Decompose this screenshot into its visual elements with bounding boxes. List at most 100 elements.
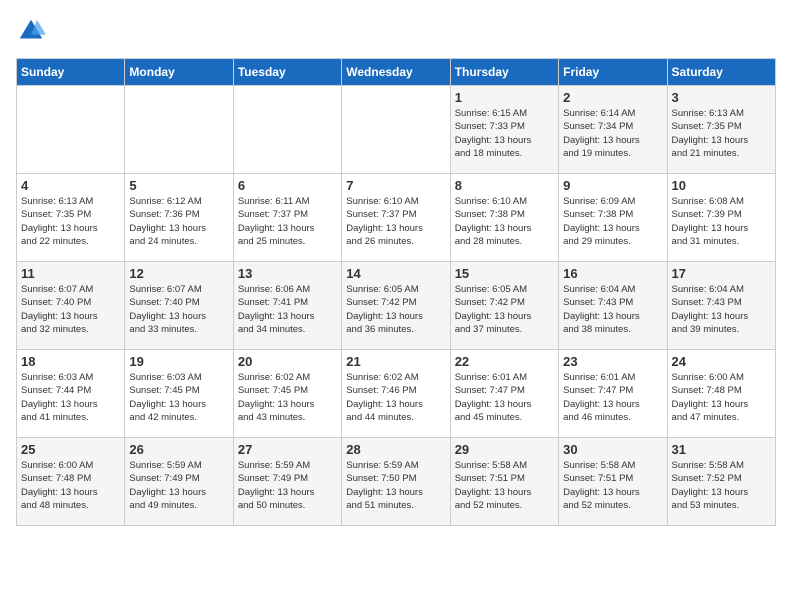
- day-number: 26: [129, 442, 228, 457]
- cell-content: Sunrise: 6:12 AM Sunset: 7:36 PM Dayligh…: [129, 195, 228, 248]
- calendar-cell: 15 Sunrise: 6:05 AM Sunset: 7:42 PM Dayli…: [450, 262, 558, 350]
- cell-content: Sunrise: 6:02 AM Sunset: 7:46 PM Dayligh…: [346, 371, 445, 424]
- week-row-2: 11 Sunrise: 6:07 AM Sunset: 7:40 PM Dayli…: [17, 262, 776, 350]
- day-number: 14: [346, 266, 445, 281]
- calendar-cell: 17 Sunrise: 6:04 AM Sunset: 7:43 PM Dayli…: [667, 262, 775, 350]
- calendar-cell: 18 Sunrise: 6:03 AM Sunset: 7:44 PM Dayli…: [17, 350, 125, 438]
- calendar-cell: [342, 86, 450, 174]
- cell-content: Sunrise: 6:10 AM Sunset: 7:37 PM Dayligh…: [346, 195, 445, 248]
- cell-content: Sunrise: 6:11 AM Sunset: 7:37 PM Dayligh…: [238, 195, 337, 248]
- page-header: [16, 16, 776, 46]
- calendar-cell: 10 Sunrise: 6:08 AM Sunset: 7:39 PM Dayli…: [667, 174, 775, 262]
- cell-content: Sunrise: 6:09 AM Sunset: 7:38 PM Dayligh…: [563, 195, 662, 248]
- logo: [16, 16, 50, 46]
- day-number: 27: [238, 442, 337, 457]
- calendar-cell: 12 Sunrise: 6:07 AM Sunset: 7:40 PM Dayli…: [125, 262, 233, 350]
- day-number: 3: [672, 90, 771, 105]
- day-number: 4: [21, 178, 120, 193]
- calendar-cell: 25 Sunrise: 6:00 AM Sunset: 7:48 PM Dayli…: [17, 438, 125, 526]
- calendar-cell: 9 Sunrise: 6:09 AM Sunset: 7:38 PM Daylig…: [559, 174, 667, 262]
- calendar-cell: 16 Sunrise: 6:04 AM Sunset: 7:43 PM Dayli…: [559, 262, 667, 350]
- cell-content: Sunrise: 5:58 AM Sunset: 7:52 PM Dayligh…: [672, 459, 771, 512]
- calendar-cell: 1 Sunrise: 6:15 AM Sunset: 7:33 PM Daylig…: [450, 86, 558, 174]
- day-number: 20: [238, 354, 337, 369]
- calendar-cell: 13 Sunrise: 6:06 AM Sunset: 7:41 PM Dayli…: [233, 262, 341, 350]
- calendar-cell: 2Sunrise: 6:14 AM Sunset: 7:34 PM Daylig…: [559, 86, 667, 174]
- calendar-cell: 29 Sunrise: 5:58 AM Sunset: 7:51 PM Dayli…: [450, 438, 558, 526]
- day-number: 18: [21, 354, 120, 369]
- day-number: 28: [346, 442, 445, 457]
- calendar-cell: 28 Sunrise: 5:59 AM Sunset: 7:50 PM Dayli…: [342, 438, 450, 526]
- cell-content: Sunrise: 6:00 AM Sunset: 7:48 PM Dayligh…: [672, 371, 771, 424]
- week-row-3: 18 Sunrise: 6:03 AM Sunset: 7:44 PM Dayli…: [17, 350, 776, 438]
- calendar-cell: 3 Sunrise: 6:13 AM Sunset: 7:35 PM Daylig…: [667, 86, 775, 174]
- day-number: 19: [129, 354, 228, 369]
- calendar-table: SundayMondayTuesdayWednesdayThursdayFrid…: [16, 58, 776, 526]
- cell-content: Sunrise: 5:58 AM Sunset: 7:51 PM Dayligh…: [563, 459, 662, 512]
- day-number: 1: [455, 90, 554, 105]
- calendar-cell: 5 Sunrise: 6:12 AM Sunset: 7:36 PM Daylig…: [125, 174, 233, 262]
- week-row-1: 4 Sunrise: 6:13 AM Sunset: 7:35 PM Daylig…: [17, 174, 776, 262]
- header-row: SundayMondayTuesdayWednesdayThursdayFrid…: [17, 59, 776, 86]
- cell-content: Sunrise: 6:08 AM Sunset: 7:39 PM Dayligh…: [672, 195, 771, 248]
- calendar-cell: 30 Sunrise: 5:58 AM Sunset: 7:51 PM Dayli…: [559, 438, 667, 526]
- cell-content: Sunrise: 5:59 AM Sunset: 7:49 PM Dayligh…: [129, 459, 228, 512]
- header-sunday: Sunday: [17, 59, 125, 86]
- calendar-cell: 26 Sunrise: 5:59 AM Sunset: 7:49 PM Dayli…: [125, 438, 233, 526]
- cell-content: Sunrise: 6:14 AM Sunset: 7:34 PM Dayligh…: [563, 107, 662, 160]
- day-number: 12: [129, 266, 228, 281]
- day-number: 17: [672, 266, 771, 281]
- day-number: 7: [346, 178, 445, 193]
- calendar-cell: [125, 86, 233, 174]
- day-number: 6: [238, 178, 337, 193]
- cell-content: Sunrise: 6:04 AM Sunset: 7:43 PM Dayligh…: [672, 283, 771, 336]
- calendar-cell: 6 Sunrise: 6:11 AM Sunset: 7:37 PM Daylig…: [233, 174, 341, 262]
- cell-content: Sunrise: 6:05 AM Sunset: 7:42 PM Dayligh…: [455, 283, 554, 336]
- calendar-cell: 21Sunrise: 6:02 AM Sunset: 7:46 PM Dayli…: [342, 350, 450, 438]
- day-number: 25: [21, 442, 120, 457]
- cell-content: Sunrise: 6:05 AM Sunset: 7:42 PM Dayligh…: [346, 283, 445, 336]
- week-row-4: 25 Sunrise: 6:00 AM Sunset: 7:48 PM Dayli…: [17, 438, 776, 526]
- cell-content: Sunrise: 6:00 AM Sunset: 7:48 PM Dayligh…: [21, 459, 120, 512]
- cell-content: Sunrise: 6:01 AM Sunset: 7:47 PM Dayligh…: [563, 371, 662, 424]
- day-number: 16: [563, 266, 662, 281]
- calendar-cell: 23 Sunrise: 6:01 AM Sunset: 7:47 PM Dayli…: [559, 350, 667, 438]
- day-number: 11: [21, 266, 120, 281]
- day-number: 5: [129, 178, 228, 193]
- cell-content: Sunrise: 6:03 AM Sunset: 7:45 PM Dayligh…: [129, 371, 228, 424]
- calendar-cell: 8Sunrise: 6:10 AM Sunset: 7:38 PM Daylig…: [450, 174, 558, 262]
- day-number: 15: [455, 266, 554, 281]
- cell-content: Sunrise: 6:15 AM Sunset: 7:33 PM Dayligh…: [455, 107, 554, 160]
- day-number: 9: [563, 178, 662, 193]
- day-number: 30: [563, 442, 662, 457]
- header-monday: Monday: [125, 59, 233, 86]
- calendar-cell: [17, 86, 125, 174]
- day-number: 23: [563, 354, 662, 369]
- day-number: 29: [455, 442, 554, 457]
- logo-icon: [16, 16, 46, 46]
- cell-content: Sunrise: 5:58 AM Sunset: 7:51 PM Dayligh…: [455, 459, 554, 512]
- cell-content: Sunrise: 6:03 AM Sunset: 7:44 PM Dayligh…: [21, 371, 120, 424]
- header-tuesday: Tuesday: [233, 59, 341, 86]
- calendar-cell: 24 Sunrise: 6:00 AM Sunset: 7:48 PM Dayli…: [667, 350, 775, 438]
- cell-content: Sunrise: 5:59 AM Sunset: 7:50 PM Dayligh…: [346, 459, 445, 512]
- calendar-cell: [233, 86, 341, 174]
- cell-content: Sunrise: 6:13 AM Sunset: 7:35 PM Dayligh…: [21, 195, 120, 248]
- header-saturday: Saturday: [667, 59, 775, 86]
- cell-content: Sunrise: 6:04 AM Sunset: 7:43 PM Dayligh…: [563, 283, 662, 336]
- day-number: 24: [672, 354, 771, 369]
- cell-content: Sunrise: 5:59 AM Sunset: 7:49 PM Dayligh…: [238, 459, 337, 512]
- cell-content: Sunrise: 6:13 AM Sunset: 7:35 PM Dayligh…: [672, 107, 771, 160]
- calendar-cell: 19 Sunrise: 6:03 AM Sunset: 7:45 PM Dayli…: [125, 350, 233, 438]
- day-number: 10: [672, 178, 771, 193]
- cell-content: Sunrise: 6:10 AM Sunset: 7:38 PM Dayligh…: [455, 195, 554, 248]
- calendar-cell: 20 Sunrise: 6:02 AM Sunset: 7:45 PM Dayli…: [233, 350, 341, 438]
- cell-content: Sunrise: 6:07 AM Sunset: 7:40 PM Dayligh…: [129, 283, 228, 336]
- day-number: 31: [672, 442, 771, 457]
- calendar-cell: 11Sunrise: 6:07 AM Sunset: 7:40 PM Dayli…: [17, 262, 125, 350]
- day-number: 13: [238, 266, 337, 281]
- cell-content: Sunrise: 6:06 AM Sunset: 7:41 PM Dayligh…: [238, 283, 337, 336]
- calendar-cell: 14 Sunrise: 6:05 AM Sunset: 7:42 PM Dayli…: [342, 262, 450, 350]
- cell-content: Sunrise: 6:02 AM Sunset: 7:45 PM Dayligh…: [238, 371, 337, 424]
- calendar-cell: 4 Sunrise: 6:13 AM Sunset: 7:35 PM Daylig…: [17, 174, 125, 262]
